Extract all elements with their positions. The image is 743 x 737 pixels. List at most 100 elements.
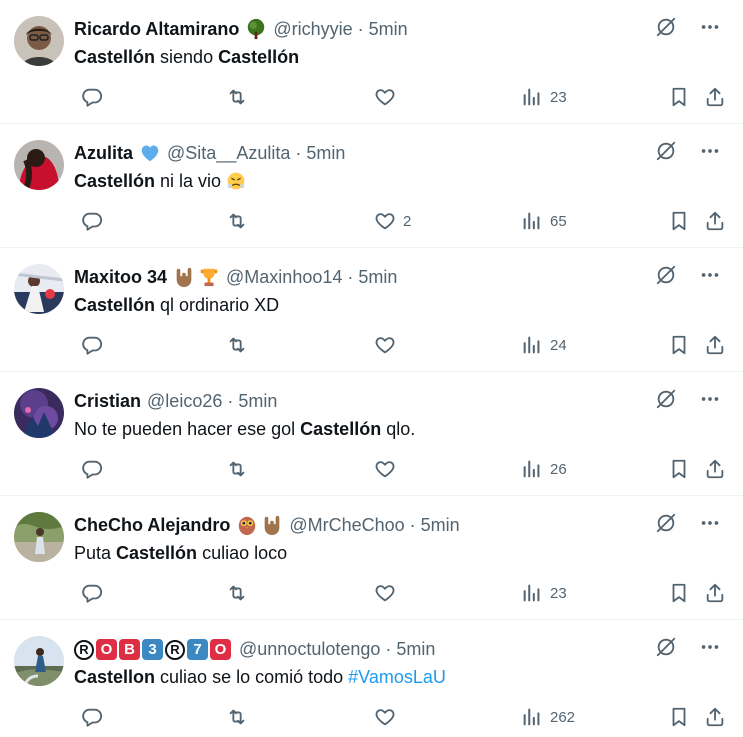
more-icon[interactable] — [699, 636, 721, 658]
display-name[interactable]: Ricardo Altamirano — [74, 19, 239, 40]
views-button[interactable]: 24 — [514, 332, 567, 358]
share-button[interactable] — [697, 84, 726, 110]
user-handle[interactable]: @richyyie — [273, 19, 352, 40]
bookmark-button[interactable] — [661, 456, 690, 482]
bar-chart-icon — [521, 210, 543, 232]
retweet-button[interactable] — [219, 208, 248, 234]
reply-button[interactable] — [74, 208, 103, 234]
more-icon[interactable] — [699, 388, 721, 410]
views-button[interactable]: 26 — [514, 456, 567, 482]
views-button[interactable]: 23 — [514, 84, 567, 110]
grok-icon[interactable] — [655, 636, 677, 658]
bookmark-button[interactable] — [661, 332, 690, 358]
view-count: 262 — [550, 708, 576, 726]
views-button[interactable]: 65 — [514, 208, 567, 234]
avatar[interactable] — [14, 512, 64, 562]
retweet-button[interactable] — [219, 332, 248, 358]
retweet-button[interactable] — [219, 456, 248, 482]
tweet[interactable]: Ricardo Altamirano @richyyie · 5min Castelló… — [0, 0, 743, 124]
grok-icon[interactable] — [655, 512, 677, 534]
retweet-button[interactable] — [219, 84, 248, 110]
user-handle[interactable]: @leico26 — [147, 391, 222, 412]
retweet-button[interactable] — [219, 580, 248, 606]
views-button[interactable]: 262 — [514, 704, 575, 730]
display-name[interactable]: ROB3R7O — [74, 638, 233, 660]
hashtag-link[interactable]: #VamosLaU — [348, 667, 446, 687]
timestamp[interactable]: 5min — [358, 267, 397, 288]
retweet-button[interactable] — [219, 704, 248, 730]
more-icon[interactable] — [699, 512, 721, 534]
bold-text: Castellón — [116, 543, 198, 563]
bold-text: Castellón — [74, 47, 156, 67]
share-button[interactable] — [697, 704, 726, 730]
avatar[interactable] — [14, 388, 64, 438]
views-button[interactable]: 23 — [514, 580, 567, 606]
display-name[interactable]: CheCho Alejandro — [74, 515, 230, 536]
bookmark-button[interactable] — [661, 84, 690, 110]
bookmark-button[interactable] — [661, 208, 690, 234]
tweet-top-actions — [655, 16, 721, 38]
display-name[interactable]: Azulita — [74, 143, 133, 164]
name-letter-badge: B — [119, 639, 140, 660]
bar-chart-icon — [521, 706, 543, 728]
display-name[interactable]: Maxitoo 34 — [74, 267, 167, 288]
heart-icon — [374, 334, 396, 356]
timestamp[interactable]: 5min — [238, 391, 277, 412]
tweet[interactable]: Azulita @Sita__Azulita · 5min Castellón ni l… — [0, 124, 743, 248]
bar-chart-icon — [521, 86, 543, 108]
like-button[interactable] — [367, 332, 396, 358]
display-name[interactable]: Cristian — [74, 391, 141, 412]
like-button[interactable]: 2 — [367, 208, 411, 234]
avatar[interactable] — [14, 264, 64, 314]
timestamp[interactable]: 5min — [421, 515, 460, 536]
tweet-top-actions — [655, 264, 721, 286]
user-handle[interactable]: @unnoctulotengo — [239, 639, 380, 660]
like-button[interactable] — [367, 580, 396, 606]
avatar[interactable] — [14, 140, 64, 190]
separator-dot: · — [409, 514, 416, 535]
reply-button[interactable] — [74, 332, 103, 358]
reply-button[interactable] — [74, 456, 103, 482]
reply-button[interactable] — [74, 580, 103, 606]
tweet[interactable]: CheCho Alejandro @MrCheChoo · 5min Puta Cast… — [0, 496, 743, 620]
share-button[interactable] — [697, 456, 726, 482]
timestamp[interactable]: 5min — [306, 143, 345, 164]
user-handle[interactable]: @MrCheChoo — [289, 515, 404, 536]
user-handle[interactable]: @Maxinhoo14 — [226, 267, 342, 288]
retweet-icon — [226, 210, 248, 232]
reply-button[interactable] — [74, 704, 103, 730]
like-button[interactable] — [367, 456, 396, 482]
tweet-header: Ricardo Altamirano @richyyie · 5min — [74, 17, 408, 41]
bookmark-button[interactable] — [661, 580, 690, 606]
bar-chart-icon — [521, 582, 543, 604]
name-letter-badge: O — [96, 639, 117, 660]
more-icon[interactable] — [699, 140, 721, 162]
tweet-top-actions — [655, 140, 721, 162]
user-handle[interactable]: @Sita__Azulita — [167, 143, 290, 164]
share-button[interactable] — [697, 208, 726, 234]
reply-button[interactable] — [74, 84, 103, 110]
grok-icon[interactable] — [655, 388, 677, 410]
tweet-top-actions — [655, 636, 721, 658]
grok-icon[interactable] — [655, 264, 677, 286]
timestamp[interactable]: 5min — [396, 639, 435, 660]
tweet[interactable]: R O B 3 R 7 O @unnoctulotengo · 5min Castellon cul… — [0, 620, 743, 737]
avatar[interactable] — [14, 16, 64, 66]
like-button[interactable] — [367, 704, 396, 730]
more-icon[interactable] — [699, 264, 721, 286]
grok-icon[interactable] — [655, 140, 677, 162]
more-icon[interactable] — [699, 16, 721, 38]
bookmark-button[interactable] — [661, 704, 690, 730]
tweet[interactable]: Cristian @leico26 · 5min No te pueden hacer … — [0, 372, 743, 496]
avatar[interactable] — [14, 636, 64, 686]
like-button[interactable] — [367, 84, 396, 110]
tweet[interactable]: Maxitoo 34 @Maxinhoo14 · 5min Castellón ql o… — [0, 248, 743, 372]
bold-text: Castellón — [74, 295, 156, 315]
tweet-header: Azulita @Sita__Azulita · 5min — [74, 141, 345, 165]
timestamp[interactable]: 5min — [369, 19, 408, 40]
tweet-text: Puta Castellón culiao loco — [74, 542, 287, 564]
share-button[interactable] — [697, 580, 726, 606]
share-button[interactable] — [697, 332, 726, 358]
grok-icon[interactable] — [655, 16, 677, 38]
bold-text: Castellón — [218, 47, 300, 67]
